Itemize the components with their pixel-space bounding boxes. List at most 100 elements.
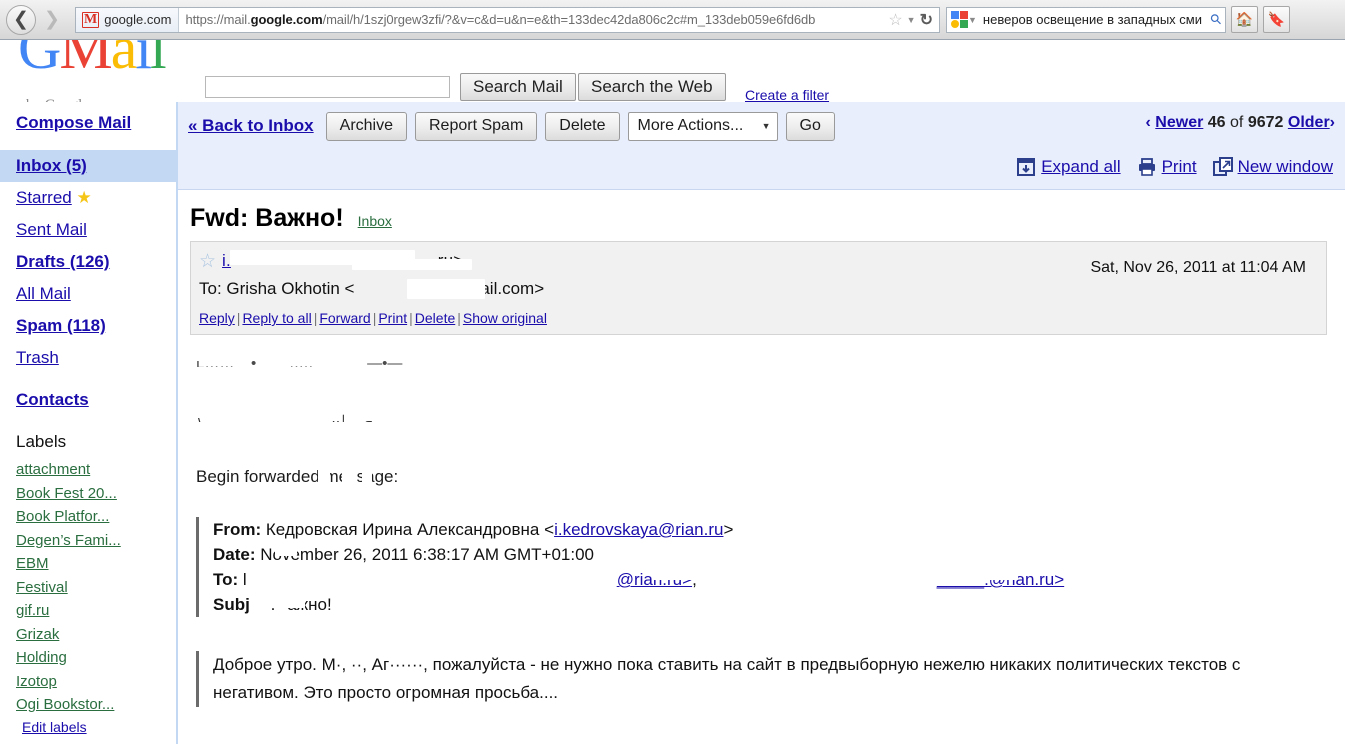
- sidebar-item-compose-mail[interactable]: Compose Mail: [0, 102, 176, 140]
- pager-of: of: [1230, 114, 1244, 131]
- message-label-inbox[interactable]: Inbox: [358, 213, 392, 229]
- gmail-logo: GMail: [18, 40, 167, 81]
- sidebar-label-izotop[interactable]: Izotop: [0, 670, 176, 694]
- site-identity-chip[interactable]: M google.com: [76, 7, 180, 32]
- edit-labels-link[interactable]: Edit labels: [0, 717, 176, 737]
- delete-button[interactable]: Delete: [545, 111, 620, 141]
- sender-line: ☆ i. .ru> Sat, Nov 26, 2011 at 11:04 AM: [199, 250, 1316, 276]
- reply-to-all-link[interactable]: Reply to all: [242, 310, 311, 326]
- more-actions-label: More Actions...: [637, 117, 744, 134]
- search-mail-button[interactable]: Search Mail: [460, 73, 576, 101]
- sidebar-label-attachment[interactable]: attachment: [0, 458, 176, 482]
- sidebar-label-grizak[interactable]: Grizak: [0, 623, 176, 647]
- sidebar-label-book-fest[interactable]: Book Fest 20...: [0, 482, 176, 506]
- labels-heading: Labels: [16, 432, 67, 451]
- home-icon[interactable]: 🏠: [1231, 6, 1258, 33]
- recipient-line: To: Grisha Okhotin < @gmail.com>: [199, 279, 545, 299]
- archive-button[interactable]: Archive: [325, 111, 407, 141]
- redaction-block: [342, 465, 356, 487]
- sidebar-label-festival[interactable]: Festival: [0, 576, 176, 600]
- navigation-buttons: ❮ ❯: [4, 4, 67, 35]
- sidebar-label-book-platform[interactable]: Book Platfor...: [0, 505, 176, 529]
- subbar-actions: Expand all Print New window: [1016, 157, 1333, 177]
- sidebar-item-label: Starred: [16, 188, 72, 207]
- gmail-search-input[interactable]: [205, 76, 450, 98]
- back-to-inbox-link[interactable]: « Back to Inbox: [188, 116, 314, 136]
- new-window-label: New window: [1237, 157, 1333, 176]
- expand-all-action[interactable]: Expand all: [1016, 157, 1121, 177]
- url-text: https://mail.google.com/mail/h/1szj0rgew…: [185, 12, 816, 27]
- sidebar: Compose Mail Inbox (5) Starred ★ Sent Ma…: [0, 102, 176, 744]
- forwarded-body-block: Доброе утро. М·, ··, Аг······, пожалуйст…: [196, 651, 1345, 707]
- newer-link[interactable]: Newer: [1155, 114, 1203, 131]
- page-title: Fwd: Важно!: [190, 204, 344, 232]
- redaction-block: [196, 353, 366, 361]
- report-spam-button[interactable]: Report Spam: [415, 111, 538, 141]
- older-chevron-icon[interactable]: ›: [1330, 114, 1335, 131]
- back-arrow-icon[interactable]: ❮: [6, 4, 36, 35]
- chevron-down-icon: ▼: [761, 121, 771, 131]
- newer-chevron-icon[interactable]: ‹: [1146, 114, 1151, 131]
- redaction-block: [318, 465, 330, 487]
- sidebar-item-starred[interactable]: Starred ★: [0, 182, 176, 214]
- redaction-block: [352, 259, 473, 270]
- message-date: Sat, Nov 26, 2011 at 11:04 AM: [1090, 259, 1306, 276]
- pager-index: 46: [1207, 114, 1226, 131]
- forwarded-from-email[interactable]: i.kedrovskaya@rian.ru: [554, 520, 723, 539]
- site-chip-label: google.com: [104, 12, 172, 27]
- pager-total: 9672: [1247, 114, 1284, 131]
- pagination: ‹ Newer 46 of 9672 Older›: [1146, 114, 1335, 132]
- printer-icon: [1137, 157, 1157, 177]
- new-window-action[interactable]: New window: [1212, 157, 1333, 177]
- subject-row: Fwd: Важно! Inbox: [178, 190, 1345, 241]
- create-a-filter-link[interactable]: Create a filter: [745, 87, 829, 102]
- more-actions-select[interactable]: More Actions... ▼: [627, 111, 778, 141]
- chevron-down-icon[interactable]: ▼: [907, 15, 916, 25]
- sidebar-label-gif-ru[interactable]: gif.ru: [0, 599, 176, 623]
- print-link[interactable]: Print: [378, 310, 407, 326]
- star-outline-icon[interactable]: ☆: [199, 252, 216, 271]
- reply-link[interactable]: Reply: [199, 310, 235, 326]
- forward-link[interactable]: Forward: [319, 310, 370, 326]
- new-window-icon: [1212, 157, 1233, 177]
- print-action[interactable]: Print: [1137, 157, 1197, 177]
- browser-search-box[interactable]: ▼ неверов освещение в западных сми ⚲: [946, 6, 1226, 33]
- search-the-web-button[interactable]: Search the Web: [578, 73, 726, 101]
- go-button[interactable]: Go: [785, 111, 835, 141]
- show-original-link[interactable]: Show original: [463, 310, 547, 326]
- search-engine-chevron-icon[interactable]: ▼: [968, 15, 977, 25]
- redaction-block: [196, 422, 416, 432]
- message-content: Fwd: Важно! Inbox ☆ i. .ru> Sat, Nov 26,…: [178, 190, 1345, 743]
- forward-arrow-icon[interactable]: ❯: [37, 5, 67, 35]
- delete-link[interactable]: Delete: [415, 310, 455, 326]
- forwarded-to-line: To: l@rian.ru>,_____.@rian.ru>: [213, 567, 1345, 592]
- sidebar-item-inbox[interactable]: Inbox (5): [0, 150, 176, 182]
- redacted-body-line-2: \ ıı। •ᴙ: [196, 409, 1345, 433]
- sidebar-item-sent-mail[interactable]: Sent Mail: [0, 214, 176, 246]
- forwarded-date-line: Date: November 26, 2011 6:38:17 AM GMT+0…: [213, 544, 594, 564]
- redacted-body-line-1: L…… • .…, —•—: [196, 353, 1345, 377]
- bookmark-manager-icon[interactable]: 🔖: [1263, 6, 1290, 33]
- redaction-block: [196, 367, 396, 377]
- reload-icon[interactable]: ↻: [920, 10, 933, 30]
- sidebar-item-spam[interactable]: Spam (118): [0, 310, 176, 342]
- google-logo-icon: [951, 11, 968, 28]
- sidebar-label-degens-family[interactable]: Degen’s Fami...: [0, 529, 176, 553]
- message-toolbar: « Back to Inbox Archive Report Spam Dele…: [178, 102, 1345, 150]
- sidebar-label-holding[interactable]: Holding: [0, 646, 176, 670]
- sidebar-label-ebm[interactable]: EBM: [0, 552, 176, 576]
- sidebar-item-contacts[interactable]: Contacts: [0, 384, 176, 416]
- sidebar-item-all-mail[interactable]: All Mail: [0, 278, 176, 310]
- sidebar-label-ogi-bookstore[interactable]: Ogi Bookstor...: [0, 693, 176, 717]
- older-link[interactable]: Older: [1288, 114, 1330, 131]
- star-icon[interactable]: ☆: [888, 10, 902, 30]
- redaction-block: [362, 465, 372, 487]
- sidebar-item-drafts[interactable]: Drafts (126): [0, 246, 176, 278]
- forwarded-subject-line: Subj .ажно!: [213, 592, 1345, 617]
- forwarded-header-block: From: Кедровская Ирина Александровна <i.…: [196, 517, 1345, 617]
- search-input[interactable]: неверов освещение в западных сми: [977, 12, 1211, 27]
- sidebar-item-trash[interactable]: Trash: [0, 342, 176, 374]
- address-bar[interactable]: M google.com https://mail.google.com/mai…: [75, 6, 940, 33]
